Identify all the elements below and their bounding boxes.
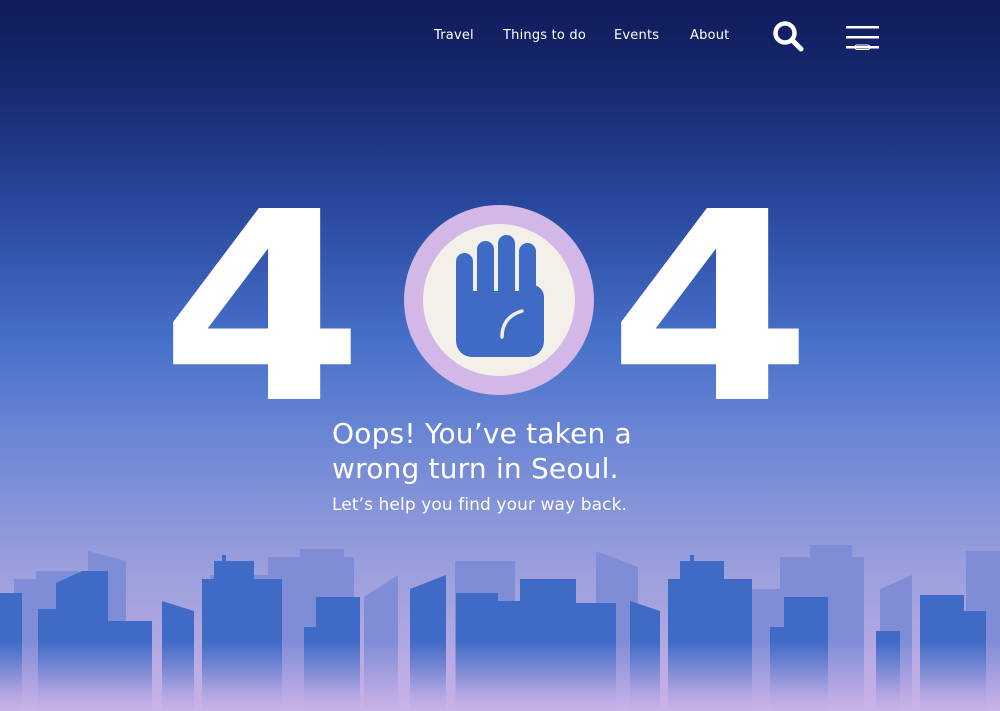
error-digit-right: 4 [608,156,812,461]
menu-button[interactable] [845,24,881,52]
nav-link-events[interactable]: Events [614,28,659,43]
top-nav: Travel Things to do Events About [0,0,1000,80]
error-message: Oops! You’ve taken a wrong turn in Seoul… [332,416,752,516]
nav-link-about[interactable]: About [690,28,729,43]
error-heading-line-1: Oops! You’ve taken a [332,417,632,450]
error-heading-line-2: wrong turn in Seoul. [332,452,619,485]
nav-link-things-to-do[interactable]: Things to do [503,28,586,43]
nav-link-travel[interactable]: Travel [434,28,474,43]
hamburger-menu-icon [846,26,879,50]
ground-fade [0,641,1000,711]
search-button[interactable] [770,18,806,54]
raised-hand-icon [404,205,594,395]
error-digit-left: 4 [160,156,364,461]
error-subtitle: Let’s help you find your way back. [332,495,628,515]
search-icon [773,21,804,52]
raised-hand-badge [404,205,594,395]
